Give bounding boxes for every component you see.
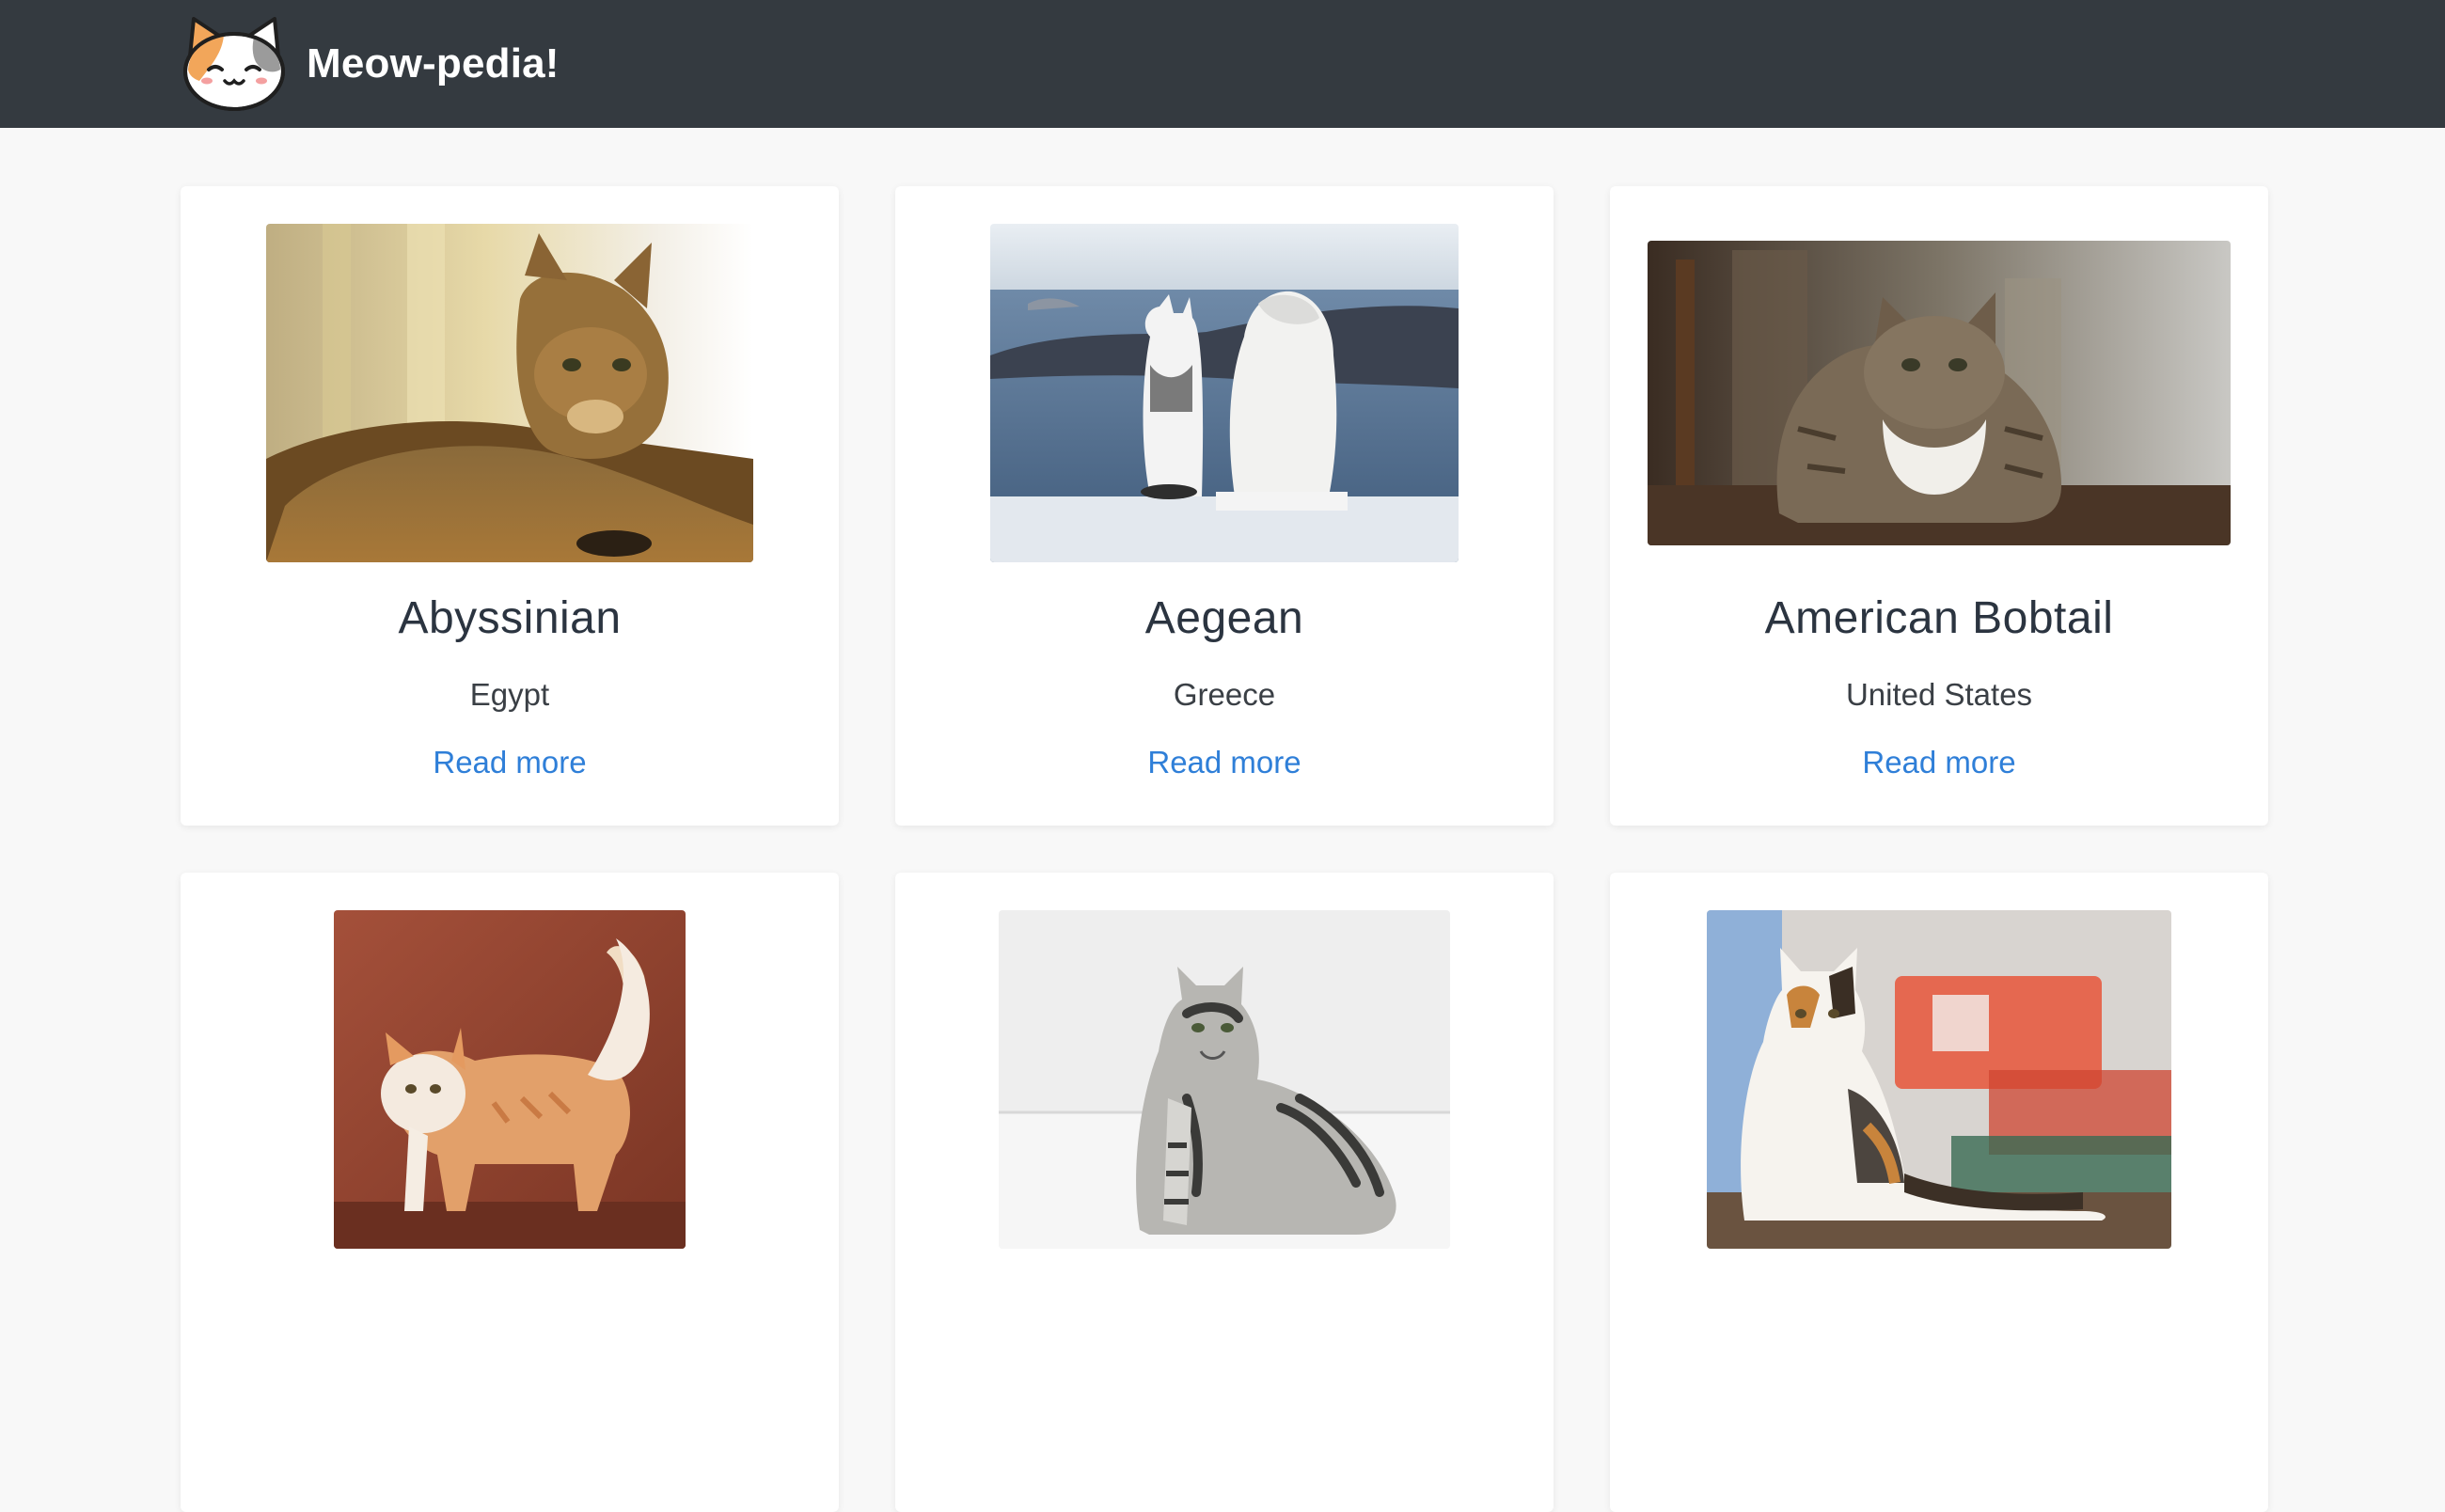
read-more-link[interactable]: Read more	[181, 745, 839, 780]
breed-name: Aegean	[1144, 593, 1304, 643]
breed-card	[1610, 873, 2268, 1512]
american-wirehair-cat-photo	[1707, 910, 2171, 1249]
read-more-link[interactable]: Read more	[1610, 745, 2268, 780]
abyssinian-cat-photo	[266, 224, 753, 562]
breed-card-grid: Abyssinian Egypt Read more Aegean Greece…	[181, 186, 2268, 1512]
image-container	[181, 910, 839, 1249]
brand-link[interactable]: Meow-pedia!	[181, 13, 560, 115]
breed-card: American Bobtail United States Read more	[1610, 186, 2268, 826]
breed-origin: United States	[1845, 677, 2033, 712]
breed-card	[181, 873, 839, 1512]
breed-name: American Bobtail	[1764, 593, 2114, 643]
american-curl-cat-photo	[334, 910, 686, 1249]
breed-card: Aegean Greece Read more	[895, 186, 1554, 826]
breed-card	[895, 873, 1554, 1512]
navbar: Meow-pedia!	[0, 0, 2445, 128]
image-container	[181, 224, 839, 562]
read-more-link[interactable]: Read more	[895, 745, 1554, 780]
american-shorthair-cat-photo	[999, 910, 1450, 1249]
image-container	[895, 224, 1554, 562]
breed-origin: Egypt	[469, 677, 550, 712]
aegean-cat-photo	[990, 224, 1459, 562]
breed-card: Abyssinian Egypt Read more	[181, 186, 839, 826]
american-bobtail-cat-photo	[1648, 241, 2231, 545]
calico-cat-face-icon	[183, 17, 285, 111]
brand-name: Meow-pedia!	[307, 40, 560, 87]
breed-name: Abyssinian	[398, 593, 622, 643]
breed-origin: Greece	[1173, 677, 1276, 712]
image-container	[1610, 224, 2268, 562]
image-container	[895, 910, 1554, 1249]
image-container	[1610, 910, 2268, 1249]
